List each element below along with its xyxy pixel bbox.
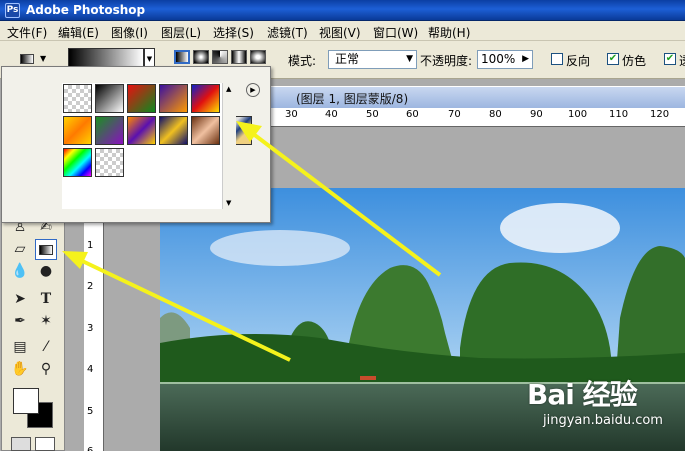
ruler-label: 30 [285, 109, 298, 120]
mode-value: 正常 [335, 52, 360, 66]
check-icon: ✔ [608, 53, 618, 64]
path-selection-icon[interactable]: ➤ [9, 289, 31, 310]
dither-checkbox[interactable]: ✔ [607, 53, 619, 65]
gradient-picker-scrollbar[interactable]: ▲ ▼ [222, 83, 236, 209]
gradient-swatch-red-green[interactable] [127, 84, 156, 113]
ruler-label: 6 [87, 446, 93, 451]
transparency-checkbox[interactable]: ✔ [664, 53, 676, 65]
menu-filter[interactable]: 滤镜(T) [267, 24, 308, 41]
watermark-brand: Bai 经验 [527, 378, 638, 411]
reverse-checkbox[interactable] [551, 53, 563, 65]
baidu-watermark: Bai 经验 jingyan.baidu.com [527, 373, 677, 435]
menu-window[interactable]: 窗口(W) [373, 24, 418, 41]
hand-tool-icon[interactable]: ✋ [9, 359, 31, 380]
angle-gradient-button[interactable] [212, 50, 228, 64]
check-icon: ✔ [665, 53, 675, 64]
blur-tool-icon[interactable]: 💧 [9, 261, 31, 282]
menu-image[interactable]: 图像(I) [111, 24, 148, 41]
opacity-value: 100% [481, 52, 516, 66]
menu-help[interactable]: 帮助(H) [428, 24, 470, 41]
notes-tool-icon[interactable]: ▤ [9, 337, 31, 358]
dodge-tool-icon[interactable]: ● [35, 261, 57, 282]
transparency-label: 透 [679, 52, 685, 69]
gradient-tool-icon[interactable] [35, 239, 57, 260]
gradient-swatch-spectrum[interactable] [63, 148, 92, 177]
picker-menu-icon[interactable]: ▶ [246, 83, 260, 97]
linear-gradient-button[interactable] [174, 50, 190, 64]
gradient-swatch-black-white[interactable] [95, 84, 124, 113]
ruler-label: 1 [87, 240, 94, 251]
chevron-right-icon: ▶ [522, 54, 529, 64]
gradient-swatch-green-violet[interactable] [95, 116, 124, 145]
ruler-label: 110 [609, 109, 629, 120]
scroll-up-icon[interactable]: ▲ [226, 85, 231, 93]
gradient-swatch-transparent-rainbow[interactable] [95, 148, 124, 177]
dither-label: 仿色 [622, 54, 647, 68]
document-title: (图层 1, 图层蒙版/8) [296, 92, 409, 106]
ruler-label: 70 [448, 109, 461, 120]
tool-preset-icon [20, 54, 34, 64]
gradient-swatch-orange-violet-gold[interactable] [127, 116, 156, 145]
scroll-down-icon[interactable]: ▼ [226, 199, 231, 207]
gradient-swatch-blue-red-yellow[interactable] [191, 84, 220, 113]
ruler-label: 60 [406, 109, 419, 120]
diamond-gradient-button[interactable] [250, 50, 266, 64]
menu-select[interactable]: 选择(S) [213, 24, 254, 41]
foreground-color-swatch[interactable] [13, 388, 39, 414]
ruler-label: 4 [87, 364, 94, 375]
watermark-url: jingyan.baidu.com [543, 413, 663, 428]
gradient-swatch-copper[interactable] [191, 116, 220, 145]
opacity-input[interactable]: 100% ▶ [477, 50, 533, 69]
ruler-label: 80 [489, 109, 502, 120]
reverse-label: 反向 [566, 54, 591, 68]
menu-bar: 文件(F) 编辑(E) 图像(I) 图层(L) 选择(S) 滤镜(T) 视图(V… [0, 21, 685, 41]
ruler-label: 100 [568, 109, 588, 120]
eyedropper-tool-icon[interactable]: ⁄ [35, 337, 57, 358]
gradient-swatch-navy-gold[interactable] [159, 116, 188, 145]
menu-file[interactable]: 文件(F) [7, 24, 47, 41]
chevron-down-icon: ▼ [406, 54, 413, 64]
gradient-swatch-transparent[interactable] [63, 84, 92, 113]
ruler-label: 120 [650, 109, 670, 120]
type-tool-icon[interactable]: T [35, 289, 57, 310]
ruler-label: 2 [87, 281, 94, 292]
eraser-tool-icon[interactable]: ▱ [9, 239, 31, 260]
reflected-gradient-button[interactable] [231, 50, 247, 64]
radial-gradient-button[interactable] [193, 50, 209, 64]
gradient-swatch-violet-orange[interactable] [159, 84, 188, 113]
gradient-swatch-grid [62, 83, 252, 209]
ruler-label: 5 [87, 406, 94, 417]
gradient-picker-panel: ▲ ▼ ▶ [1, 66, 271, 223]
menu-view[interactable]: 视图(V) [319, 24, 361, 41]
opacity-label: 不透明度: [420, 54, 473, 68]
menu-layer[interactable]: 图层(L) [161, 24, 201, 41]
photoshop-app-icon: Ps [5, 3, 20, 18]
ruler-label: 40 [325, 109, 338, 120]
quick-mask-icon[interactable] [11, 437, 31, 451]
ruler-label: 50 [366, 109, 379, 120]
chevron-down-icon: ▼ [146, 55, 153, 63]
app-titlebar: Ps Adobe Photoshop [0, 0, 685, 21]
ruler-label: 90 [530, 109, 543, 120]
ruler-label: 3 [87, 323, 94, 334]
app-title: Adobe Photoshop [26, 3, 146, 17]
standard-mode-icon[interactable] [35, 437, 55, 451]
mode-label: 模式: [288, 54, 317, 68]
mode-select[interactable]: 正常 ▼ [328, 50, 417, 69]
chevron-down-icon: ▼ [40, 54, 47, 63]
zoom-tool-icon[interactable]: ⚲ [35, 359, 57, 380]
custom-shape-icon[interactable]: ✶ [35, 311, 57, 332]
gradient-swatch-yellow-orange[interactable] [63, 116, 92, 145]
menu-edit[interactable]: 编辑(E) [58, 24, 99, 41]
pen-tool-icon[interactable]: ✒ [9, 311, 31, 332]
